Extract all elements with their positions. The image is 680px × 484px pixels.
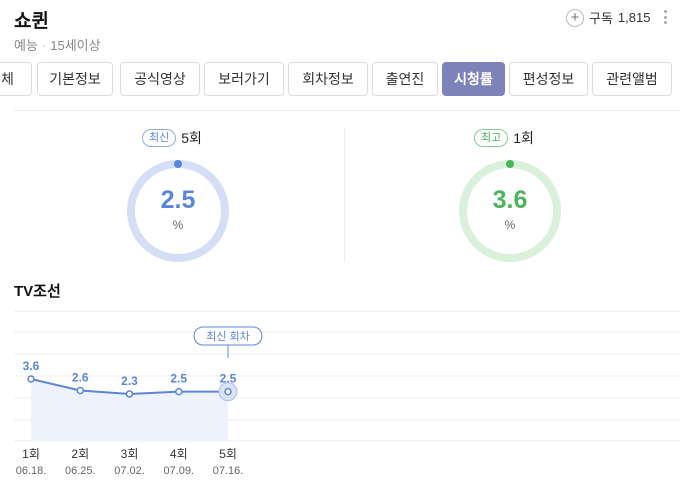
tab-related-albums[interactable]: 관련앨범 <box>592 62 672 96</box>
data-label-1: 3.6 <box>23 359 40 373</box>
x-episode-label-4: 4회 <box>170 447 188 461</box>
meta-separator: · <box>41 38 47 53</box>
x-date-label-1: 06.18. <box>16 465 47 477</box>
tab-basic-info[interactable]: 기본정보 <box>37 62 113 96</box>
x-date-label-5: 07.16. <box>213 465 244 477</box>
data-label-4: 2.5 <box>170 372 187 386</box>
data-point-5 <box>224 387 232 396</box>
section-divider <box>14 110 680 111</box>
age-rating-label: 15세이상 <box>50 38 101 53</box>
latest-badge: 최신 <box>142 129 177 147</box>
x-episode-label-2: 2회 <box>71 447 89 461</box>
stats-divider <box>344 128 345 262</box>
latest-callout-label: 최신 회차 <box>206 330 250 343</box>
best-rating-value: 3.6 <box>492 186 528 214</box>
data-point-4 <box>175 387 183 396</box>
x-date-label-3: 07.02. <box>114 465 145 477</box>
subscribe-label: 구독 <box>589 11 613 26</box>
latest-rating-value: 2.5 <box>160 186 196 214</box>
x-episode-label-3: 3회 <box>121 447 139 461</box>
tab-watch[interactable]: 보러가기 <box>204 62 284 96</box>
program-title: 쇼퀸 <box>14 11 49 32</box>
subscribe-button[interactable]: + 구독 1,815 <box>566 8 650 27</box>
x-date-label-4: 07.09. <box>163 465 194 477</box>
x-episode-label-1: 1회 <box>22 447 40 461</box>
tab-schedule[interactable]: 편성정보 <box>509 62 588 96</box>
best-badge: 최고 <box>474 129 509 147</box>
x-episode-label-5: 5회 <box>219 447 237 461</box>
channel-name: TV조선 <box>14 283 61 300</box>
data-label-5: 2.5 <box>220 372 237 386</box>
best-episode: 1회 <box>513 130 534 146</box>
best-progress-indicator <box>506 160 514 168</box>
best-rating-ring: 3.6 % <box>457 158 563 264</box>
genre-label: 예능 <box>14 38 38 53</box>
latest-rating-unit: % <box>172 218 184 232</box>
latest-rating-ring: 2.5 % <box>125 158 231 264</box>
tab-cast[interactable]: 출연진 <box>372 62 438 96</box>
latest-episode-label: 최신 5회 <box>142 128 202 148</box>
plus-icon: + <box>566 8 584 27</box>
tab-ratings[interactable]: 시청률 <box>442 62 505 96</box>
best-episode-label: 최고 1회 <box>474 128 534 148</box>
latest-episode: 5회 <box>181 130 202 146</box>
more-options-icon[interactable] <box>664 10 668 24</box>
latest-progress-indicator <box>174 160 182 168</box>
ratings-chart: 최신 회차 3.6 1회 06.18. 2.6 2회 06.25. 2.3 3회 07.02. 2.… <box>14 310 680 477</box>
data-point-1 <box>27 375 35 383</box>
tab-official-videos[interactable]: 공식영상 <box>120 62 200 96</box>
data-label-2: 2.6 <box>72 371 89 385</box>
tab-bar: 전체 기본정보 공식영상 보러가기 회차정보 출연진 시청률 편성정보 관련앨범 <box>0 62 680 96</box>
data-point-3 <box>125 390 134 398</box>
tab-all[interactable]: 전체 <box>0 62 32 96</box>
best-rating-unit: % <box>504 218 516 232</box>
program-meta: 예능 · 15세이상 <box>14 35 101 54</box>
ratings-area <box>31 379 228 440</box>
data-point-2 <box>76 386 84 395</box>
subscriber-count: 1,815 <box>617 10 651 25</box>
data-label-3: 2.3 <box>121 374 138 388</box>
x-date-label-2: 06.25. <box>65 465 96 477</box>
tab-episodes[interactable]: 회차정보 <box>288 62 368 96</box>
